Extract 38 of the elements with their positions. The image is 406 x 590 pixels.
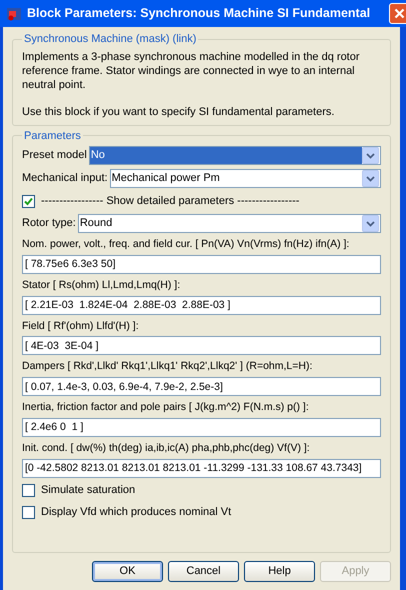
- checkbox-label: Simulate saturation: [41, 483, 136, 498]
- checkbox-label: Display Vfd which produces nominal Vt: [41, 505, 232, 520]
- description-text: Implements a 3-phase synchronous machine modelled in the dq rotor reference frame. Stator windings are connected in wye to an internal neutral point.: [22, 50, 361, 92]
- checkbox[interactable]: [22, 484, 35, 497]
- close-button[interactable]: [389, 3, 406, 24]
- field-label: Stator [ Rs(ohm) Ll,Lmd,Lmq(H) ]:: [22, 278, 182, 293]
- input-field[interactable]: [ 2.4e6 0 1 ]: [22, 418, 381, 437]
- window-title: Block Parameters: Synchronous Machine SI Fundamental: [27, 5, 372, 22]
- field-label: Nom. power, volt., freq. and field cur. [ Pn(VA) Vn(Vrms) fn(Hz) ifn(A) ]:: [22, 237, 350, 252]
- group-title: Parameters: [23, 128, 82, 144]
- description-text: Use this block if you want to specify SI fundamental parameters.: [22, 104, 336, 118]
- dialog-button[interactable]: OK: [92, 561, 163, 582]
- dialog-button[interactable]: Help: [244, 561, 315, 582]
- dropdown[interactable]: Mechanical power Pm: [110, 169, 381, 188]
- input-field[interactable]: [0 -42.5802 8213.01 8213.01 8213.01 -11.3299 -131.33 108.67 43.7343]: [22, 458, 381, 478]
- dropdown-value: Mechanical power Pm: [110, 171, 221, 186]
- field-label: Preset model: [22, 148, 87, 164]
- checkbox[interactable]: [22, 194, 35, 208]
- dropdown-value: Round: [78, 216, 114, 232]
- field-label: Inertia, friction factor and pole pairs [ J(kg.m^2) F(N.m.s) p() ]:: [22, 400, 310, 415]
- checkbox-label: ----------------- Show detailed parameters -----------------: [41, 194, 300, 209]
- field-label: Field [ Rf'(ohm) Llfd'(H) ]:: [22, 318, 140, 334]
- field-label: Rotor type:: [22, 216, 76, 232]
- field-label: Dampers [ Rkd',Llkd' Rkq1',Llkq1' Rkq2',Llkq2' ] (R=ohm,L=H):: [22, 359, 314, 374]
- input-field[interactable]: [ 4E-03 3E-04 ]: [22, 336, 381, 356]
- input-field[interactable]: [ 78.75e6 6.3e3 50]: [22, 254, 381, 274]
- field-label: Init. cond. [ dw(%) th(deg) ia,ib,ic(A) pha,phb,phc(deg) Vf(V) ]:: [22, 440, 311, 456]
- dialog-button[interactable]: Cancel: [168, 561, 239, 582]
- close-icon: [394, 8, 405, 19]
- input-field[interactable]: [ 0.07, 1.4e-3, 0.03, 6.9e-4, 7.9e-2, 2.5e-3]: [22, 377, 381, 396]
- dropdown-value: No: [90, 147, 362, 164]
- dropdown[interactable]: No: [88, 146, 381, 165]
- group-title: Synchronous Machine (mask) (link): [23, 32, 198, 47]
- checkbox[interactable]: [22, 506, 35, 519]
- input-field[interactable]: [ 2.21E-03 1.824E-04 2.88E-03 2.88E-03 ]: [22, 296, 381, 314]
- app-icon: [6, 6, 22, 22]
- field-label: Mechanical input:: [22, 171, 108, 186]
- dropdown[interactable]: Round: [78, 214, 381, 233]
